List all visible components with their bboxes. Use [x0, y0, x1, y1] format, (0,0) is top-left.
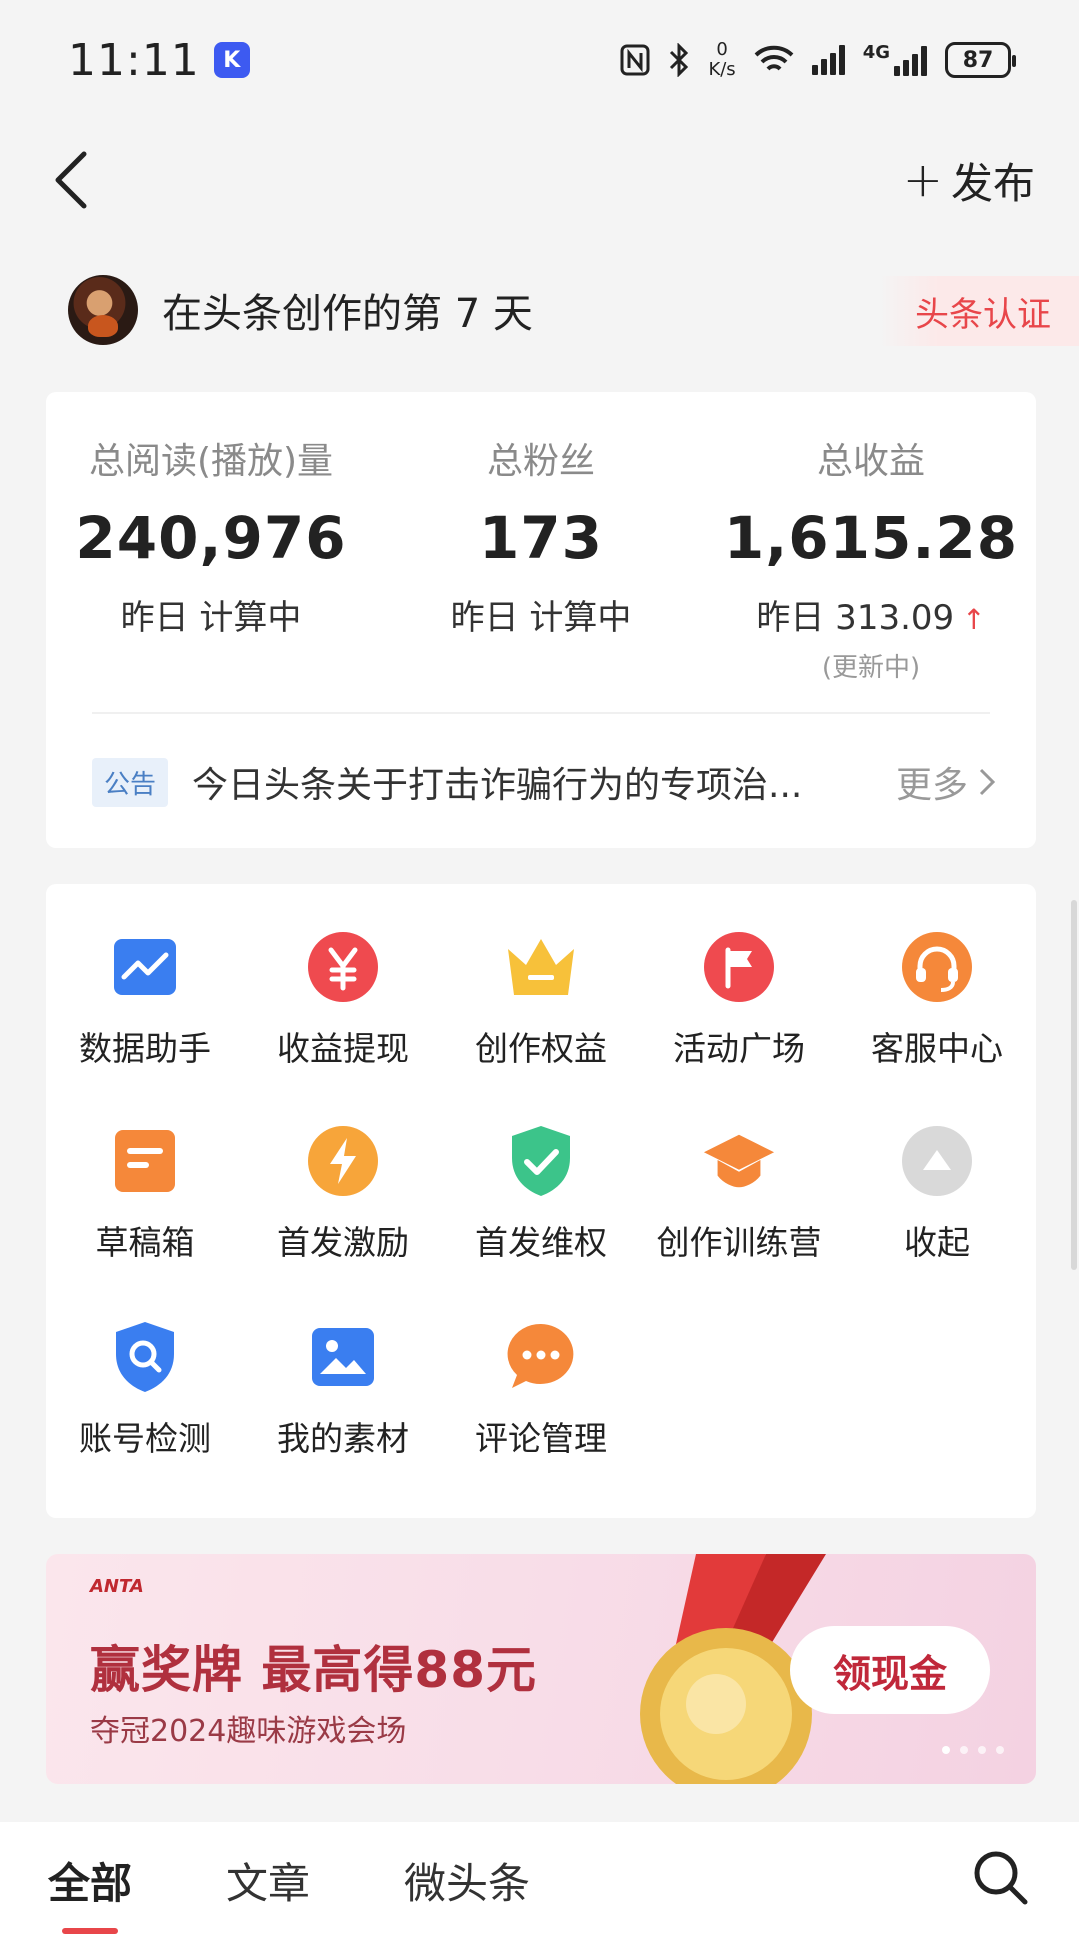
plus-icon: +	[902, 152, 943, 208]
battery-icon: 87	[945, 42, 1016, 78]
tool-data-assistant[interactable]: 数据助手	[46, 930, 244, 1090]
draft-icon	[108, 1124, 182, 1198]
status-time: 11:11	[68, 34, 200, 86]
tab-micro-posts[interactable]: 微头条	[404, 1850, 530, 1911]
nav-bar: + 发布	[0, 130, 1079, 230]
content-tab-bar: 全部 文章 微头条	[0, 1822, 1079, 1938]
tool-first-publish-protection[interactable]: 首发维权	[442, 1124, 640, 1284]
tab-articles[interactable]: 文章	[226, 1850, 310, 1911]
banner-pagination	[942, 1746, 1004, 1754]
shield-check-icon	[504, 1124, 578, 1198]
lightning-icon	[306, 1124, 380, 1198]
comment-icon	[504, 1320, 578, 1394]
tool-label: 账号检测	[79, 1419, 211, 1458]
banner-title: 赢奖牌 最高得88元	[90, 1641, 537, 1699]
collapse-icon	[900, 1124, 974, 1198]
stat-sub: 昨日 计算中	[120, 598, 302, 638]
tool-first-publish-reward[interactable]: 首发激励	[244, 1124, 442, 1284]
notice-text: 今日头条关于打击诈骗行为的专项治...	[192, 765, 803, 806]
tool-label: 创作权益	[475, 1029, 607, 1068]
tab-all[interactable]: 全部	[48, 1850, 132, 1911]
tools-grid: 数据助手 收益提现 创作权益 活动广场 客服中心 草稿箱 首发激励 首发维权 创…	[46, 884, 1036, 1518]
notice-more-link[interactable]: 更多	[896, 756, 996, 808]
tool-account-check[interactable]: 账号检测	[46, 1320, 244, 1480]
promo-banner[interactable]: ANTA 赢奖牌 最高得88元 夺冠2024趣味游戏会场 领现金	[46, 1554, 1036, 1784]
stat-value: 173	[478, 504, 604, 572]
shield-search-icon	[108, 1320, 182, 1394]
chevron-right-icon	[979, 768, 996, 796]
stat-value: 1,615.28	[723, 504, 1019, 572]
tool-activity-square[interactable]: 活动广场	[640, 930, 838, 1090]
tool-label: 客服中心	[871, 1029, 1003, 1068]
notice-tag: 公告	[92, 757, 169, 807]
stat-value: 240,976	[75, 504, 347, 572]
publish-button[interactable]: + 发布	[903, 150, 1035, 210]
yuan-icon	[306, 930, 380, 1004]
tool-label: 首发维权	[475, 1223, 607, 1262]
tool-income-withdraw[interactable]: 收益提现	[244, 930, 442, 1090]
wifi-icon	[754, 45, 794, 71]
tool-label: 活动广场	[673, 1029, 805, 1068]
tool-label: 创作训练营	[656, 1223, 822, 1262]
signal-icon	[811, 45, 845, 75]
crown-icon	[504, 930, 578, 1004]
avatar[interactable]	[68, 275, 138, 345]
stat-note: (更新中)	[821, 653, 921, 683]
stat-label: 总粉丝	[486, 441, 595, 482]
stat-reads[interactable]: 总阅读(播放)量 240,976 昨日 计算中	[46, 432, 376, 639]
tool-my-materials[interactable]: 我的素材	[244, 1320, 442, 1480]
app-notification-icon: K	[213, 42, 250, 78]
stat-fans[interactable]: 总粉丝 173 昨日 计算中	[376, 432, 706, 639]
stat-income[interactable]: 总收益 1,615.28 昨日 313.09 ↑ (更新中)	[706, 432, 1036, 684]
status-bar: 11:11 K 0 K/s 4G 87	[0, 0, 1079, 120]
active-tab-indicator	[62, 1928, 118, 1934]
tool-label: 草稿箱	[95, 1223, 195, 1262]
tool-collapse[interactable]: 收起	[838, 1124, 1036, 1284]
tool-label: 我的素材	[277, 1419, 409, 1458]
tool-label: 首发激励	[277, 1223, 409, 1262]
tool-label: 数据助手	[79, 1029, 211, 1068]
image-icon	[306, 1320, 380, 1394]
signal-4g-icon: 4G	[863, 44, 927, 76]
tool-creator-bootcamp[interactable]: 创作训练营	[640, 1124, 838, 1284]
network-speed: 0 K/s	[708, 39, 736, 80]
headset-icon	[900, 930, 974, 1004]
stat-label: 总收益	[816, 441, 925, 482]
nfc-icon	[620, 44, 650, 76]
tool-label: 评论管理	[475, 1419, 607, 1458]
tool-label: 收益提现	[277, 1029, 409, 1068]
stat-sub: 昨日 313.09 ↑	[756, 598, 986, 638]
stats-card: 总阅读(播放)量 240,976 昨日 计算中 总粉丝 173 昨日 计算中 总…	[46, 392, 1036, 848]
flag-icon	[702, 930, 776, 1004]
scrollbar[interactable]	[1071, 900, 1077, 1270]
bluetooth-icon	[670, 43, 689, 77]
search-icon[interactable]	[969, 1846, 1033, 1910]
chart-icon	[108, 930, 182, 1004]
publish-label: 发布	[950, 158, 1035, 208]
cert-badge[interactable]: 头条认证	[879, 276, 1079, 346]
stat-label: 总阅读(播放)量	[88, 441, 334, 482]
notice-row[interactable]: 公告 今日头条关于打击诈骗行为的专项治... 更多	[92, 752, 996, 812]
creator-row: 在头条创作的第 7 天 头条认证	[0, 270, 1079, 350]
tool-creator-rights[interactable]: 创作权益	[442, 930, 640, 1090]
brand-logo: ANTA	[90, 1576, 144, 1597]
arrow-up-icon: ↑	[962, 603, 986, 636]
banner-subtitle: 夺冠2024趣味游戏会场	[90, 1714, 407, 1749]
tool-comment-management[interactable]: 评论管理	[442, 1320, 640, 1480]
status-icons: 0 K/s 4G 87	[620, 39, 1016, 80]
tool-label: 收起	[904, 1223, 970, 1262]
creator-days-text: 在头条创作的第 7 天	[162, 291, 533, 337]
divider	[92, 712, 990, 714]
claim-cash-button[interactable]: 领现金	[790, 1626, 990, 1714]
back-button[interactable]	[44, 148, 104, 212]
tool-drafts[interactable]: 草稿箱	[46, 1124, 244, 1284]
tool-customer-service[interactable]: 客服中心	[838, 930, 1036, 1090]
stat-sub: 昨日 计算中	[450, 598, 632, 638]
graduation-cap-icon	[702, 1124, 776, 1198]
